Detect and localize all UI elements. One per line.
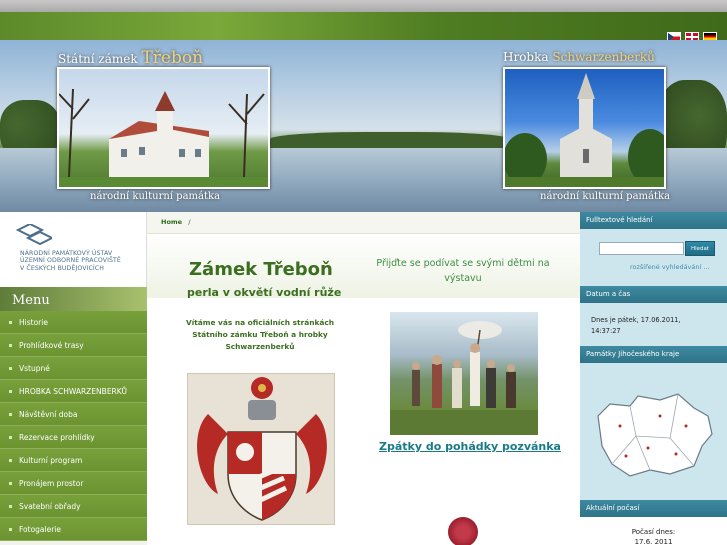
- menu-item-hrobka[interactable]: HROBKA SCHWARZENBERKŮ: [0, 380, 147, 403]
- exhibition-illustration: [390, 321, 538, 435]
- castle-illustration: [59, 88, 268, 187]
- welcome-text: Vítáme vás na oficiálních stránkách Stát…: [185, 318, 335, 351]
- advanced-search-link[interactable]: rozšířené vyhledávání ...: [630, 263, 710, 271]
- main-content: Home / Zámek Třeboň perla v okvětí vodní…: [147, 212, 580, 545]
- region-map-icon[interactable]: [590, 386, 716, 480]
- rose-emblem-icon: [448, 517, 478, 545]
- banner-title-castle-name: Třeboň: [141, 48, 204, 68]
- coat-of-arms-icon: [197, 377, 327, 521]
- page: Státní zámek Třeboň Hrobka Schwarzenberk…: [0, 0, 727, 545]
- weather-heading: Aktuální počasí: [580, 500, 727, 517]
- menu-item-prohlidkove-trasy[interactable]: Prohlídkové trasy: [0, 334, 147, 357]
- menu-item-navstevni-doba[interactable]: Návštěvní doba: [0, 403, 147, 426]
- menu-item-pronajem[interactable]: Pronájem prostor: [0, 472, 147, 495]
- datetime-date: Dnes je pátek, 17.06.2011,: [591, 316, 681, 324]
- tomb-subtitle: národní kulturní památka: [540, 191, 671, 202]
- weather-text: Počasí dnes: 17.6. 2011: [580, 527, 727, 545]
- header-band: [0, 12, 727, 41]
- coat-of-arms-image: [187, 373, 335, 525]
- search-heading: Fulltextové hledání: [580, 212, 727, 229]
- menu-heading: Menu: [0, 287, 147, 311]
- datetime-time: 14:37:27: [591, 327, 621, 335]
- promo-text: Přijďte se podívat se svými dětmi na výs…: [376, 258, 550, 284]
- invitation-link[interactable]: Zpátky do pohádky pozvánka: [379, 440, 561, 453]
- tomb-illustration: [505, 73, 664, 187]
- menu-item-svatebni-obrady[interactable]: Svatební obřady: [0, 495, 147, 518]
- banner-title-castle: Státní zámek Třeboň: [58, 48, 203, 68]
- banner-title-tomb-name: Schwarzenberků: [552, 50, 655, 64]
- castle-subtitle: národní kulturní památka: [90, 191, 221, 202]
- banner-title-castle-prefix: Státní zámek: [58, 52, 138, 66]
- institution-block[interactable]: NÁRODNÍ PAMÁTKOVÝ ÚSTAV ÚZEMNÍ ODBORNÉ P…: [0, 212, 147, 287]
- institution-name: NÁRODNÍ PAMÁTKOVÝ ÚSTAV ÚZEMNÍ ODBORNÉ P…: [20, 250, 145, 272]
- breadcrumb-separator: /: [188, 218, 191, 226]
- right-sidebar: Fulltextové hledání Hledat rozšířené vyh…: [580, 212, 727, 545]
- tomb-photo[interactable]: [503, 67, 666, 189]
- castle-photo[interactable]: [57, 67, 270, 189]
- menu-item-kulturni-program[interactable]: Kulturní program: [0, 449, 147, 472]
- datetime-text: Dnes je pátek, 17.06.2011, 14:37:27: [591, 315, 721, 337]
- menu-item-vstupne[interactable]: Vstupné: [0, 357, 147, 380]
- page-title: Zámek Třeboň: [189, 259, 333, 280]
- main-menu: Historie Prohlídkové trasy Vstupné HROBK…: [0, 311, 147, 541]
- header-banner: Státní zámek Třeboň Hrobka Schwarzenberk…: [0, 40, 727, 212]
- menu-item-historie[interactable]: Historie: [0, 311, 147, 334]
- breadcrumb-home-link[interactable]: Home: [161, 218, 182, 226]
- breadcrumb: Home /: [147, 212, 580, 234]
- page-subtitle: perla v okvětí vodní růže: [187, 286, 342, 299]
- banner-title-tomb: Hrobka Schwarzenberků: [503, 50, 655, 64]
- weather-date: 17.6. 2011: [634, 538, 673, 545]
- search-button[interactable]: Hledat: [685, 241, 715, 256]
- search-input[interactable]: [599, 242, 684, 255]
- exhibition-photo[interactable]: [390, 312, 538, 435]
- institution-line-3: V ČESKÝCH BUDĚJOVICÍCH: [20, 264, 104, 272]
- npu-logo-icon: [16, 224, 52, 246]
- datetime-heading: Datum a čas: [580, 286, 727, 303]
- left-sidebar: NÁRODNÍ PAMÁTKOVÝ ÚSTAV ÚZEMNÍ ODBORNÉ P…: [0, 212, 147, 545]
- region-heading: Památky Jihočeského kraje: [580, 346, 727, 363]
- menu-item-fotogalerie[interactable]: Fotogalerie: [0, 518, 147, 541]
- weather-label: Počasí dnes:: [631, 528, 676, 536]
- menu-item-rezervace[interactable]: Rezervace prohlídky: [0, 426, 147, 449]
- institution-line-2: ÚZEMNÍ ODBORNÉ PRACOVIŠTĚ: [20, 257, 121, 265]
- banner-title-tomb-prefix: Hrobka: [503, 50, 549, 64]
- browser-top-bar: [0, 0, 727, 12]
